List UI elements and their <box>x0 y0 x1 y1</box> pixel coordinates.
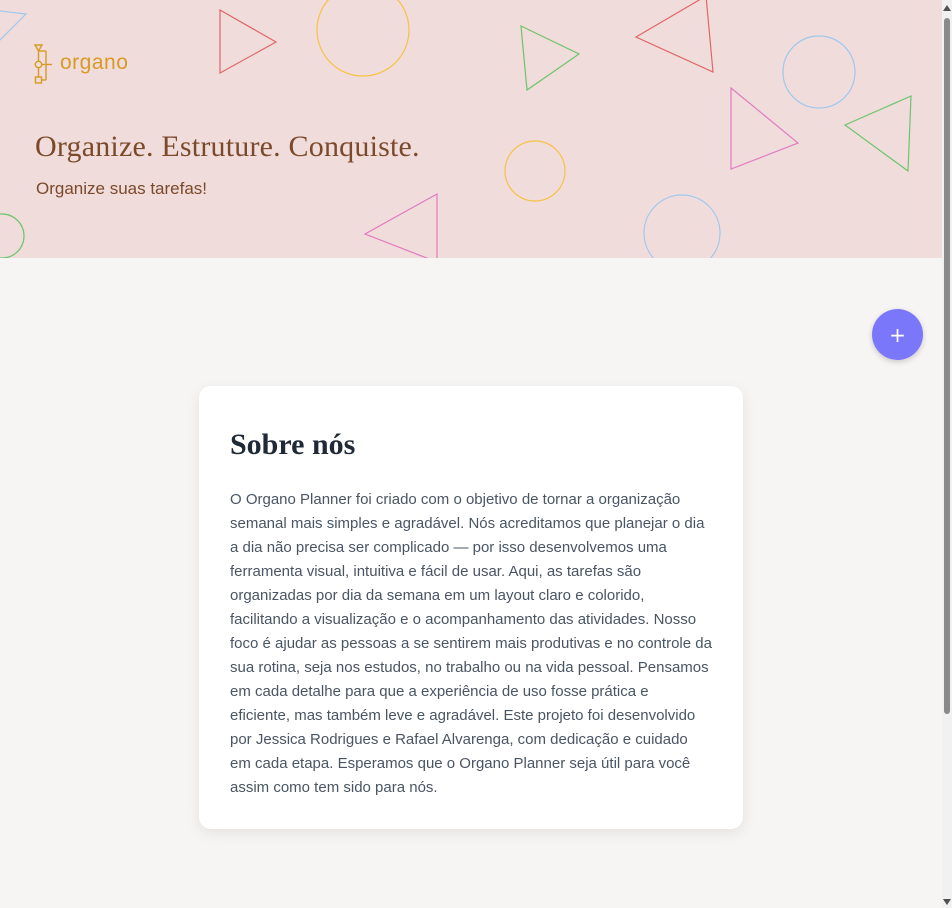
decor-circle <box>643 194 721 258</box>
page: organo Organize. Estruture. Conquiste. O… <box>0 0 952 908</box>
decor-circle <box>316 0 410 77</box>
decor-triangle <box>0 10 28 41</box>
decor-triangle <box>730 86 800 170</box>
decor-circle <box>504 140 566 202</box>
decor-triangle <box>520 24 581 92</box>
plus-icon: + <box>889 322 906 347</box>
vertical-scrollbar[interactable] <box>942 0 952 908</box>
brand-logo[interactable]: organo <box>34 44 128 84</box>
scrollbar-thumb[interactable] <box>944 18 950 714</box>
about-card: Sobre nós O Organo Planner foi criado co… <box>199 386 743 829</box>
decor-triangle <box>634 0 714 73</box>
decor-circle <box>782 35 856 109</box>
add-task-button[interactable]: + <box>872 309 923 360</box>
organo-logo-icon <box>34 44 52 84</box>
page-subtitle: Organize suas tarefas! <box>36 179 208 198</box>
decor-triangle <box>219 8 278 75</box>
hero-banner: organo Organize. Estruture. Conquiste. O… <box>0 0 942 258</box>
scroll-up-arrow-icon[interactable] <box>942 2 952 14</box>
page-title: Organize. Estruture. Conquiste. <box>35 130 420 163</box>
scroll-down-arrow-icon[interactable] <box>942 896 952 908</box>
brand-logo-text: organo <box>60 51 129 74</box>
about-text: O Organo Planner foi criado com o objeti… <box>230 491 712 796</box>
decor-circle <box>0 213 25 258</box>
about-title: Sobre nós <box>230 428 356 461</box>
decorative-shapes <box>0 0 912 258</box>
decor-triangle <box>843 95 912 173</box>
decor-triangle <box>363 192 438 258</box>
